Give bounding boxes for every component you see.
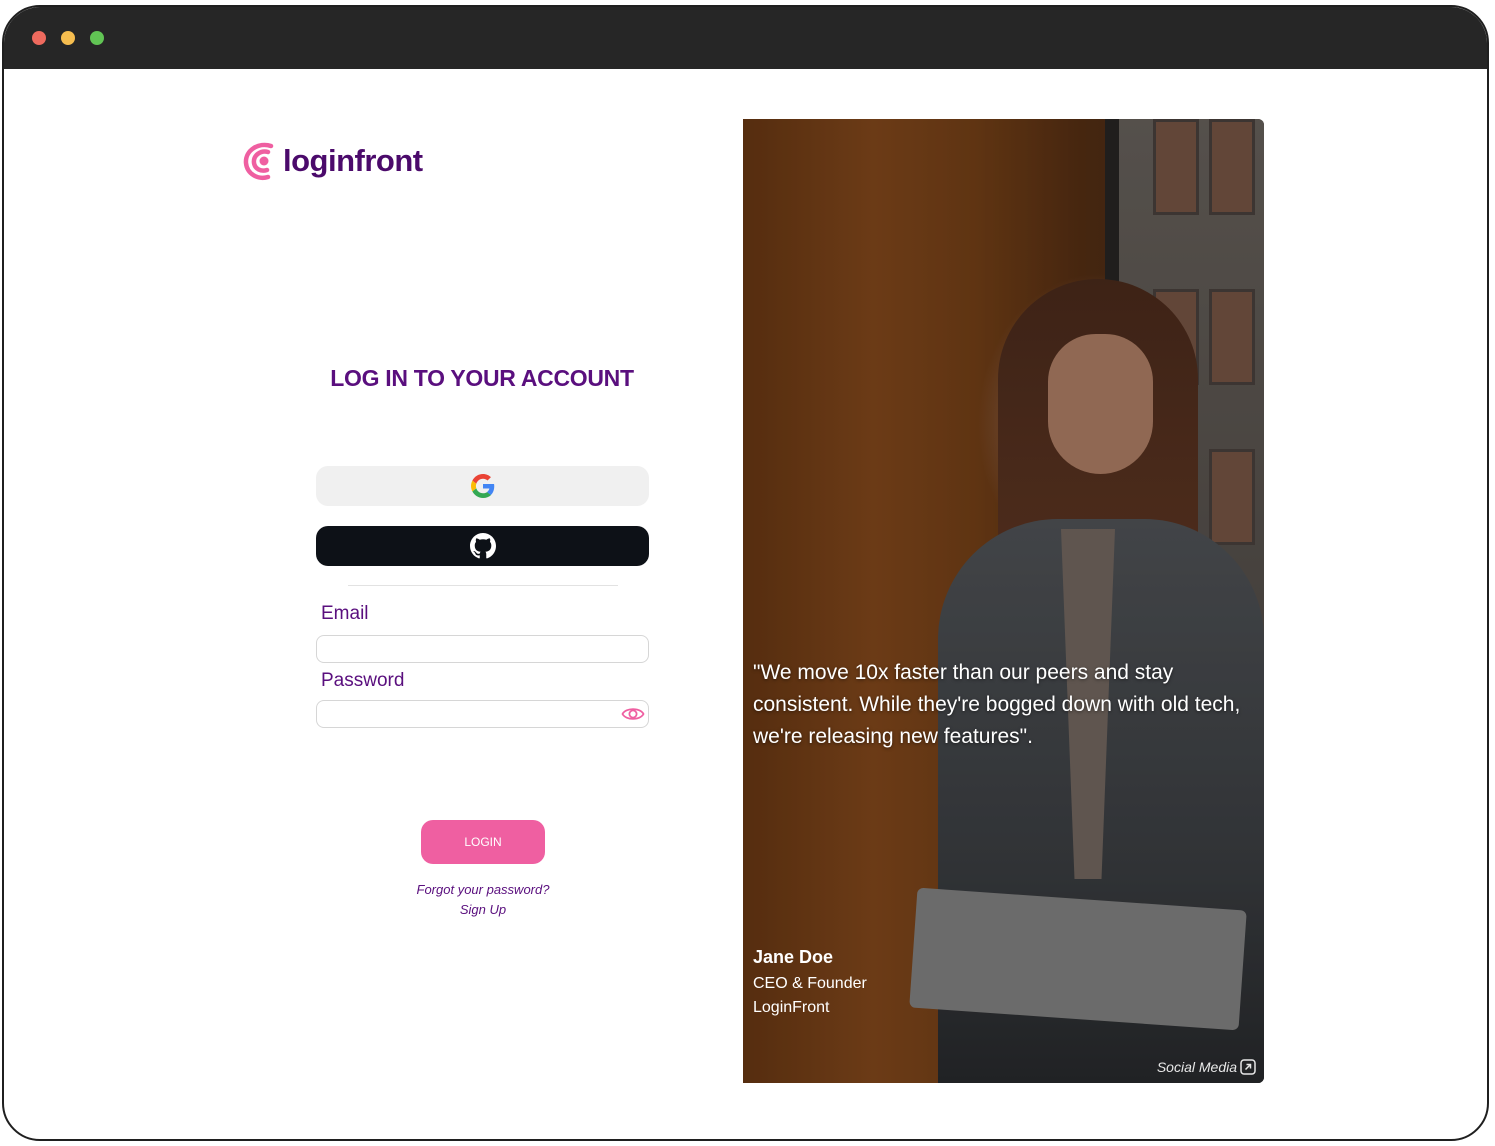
google-login-button[interactable] <box>316 466 649 506</box>
google-icon <box>470 474 494 498</box>
testimonial-photo: "We move 10x faster than our peers and s… <box>743 119 1264 1083</box>
social-media-label: Social Media <box>1156 1059 1237 1075</box>
maximize-window-button[interactable] <box>90 31 104 45</box>
close-window-button[interactable] <box>32 31 46 45</box>
divider <box>348 585 618 586</box>
password-label: Password <box>321 670 405 691</box>
github-icon <box>469 533 496 559</box>
external-link-icon <box>1240 1059 1256 1075</box>
show-password-eye-icon[interactable] <box>621 704 645 724</box>
login-button[interactable]: LOGIN <box>421 820 545 864</box>
testimonial-company: LoginFront <box>753 999 830 1016</box>
minimize-window-button[interactable] <box>61 31 75 45</box>
github-login-button[interactable] <box>316 526 649 566</box>
testimonial-role: CEO & Founder <box>753 975 867 992</box>
sign-up-link[interactable]: Sign Up <box>313 902 653 917</box>
email-label: Email <box>321 603 369 624</box>
forgot-password-link[interactable]: Forgot your password? <box>313 882 653 897</box>
password-input[interactable] <box>316 700 649 728</box>
brand-logo[interactable]: loginfront <box>241 140 423 182</box>
email-input[interactable] <box>316 635 649 663</box>
testimonial-quote: "We move 10x faster than our peers and s… <box>753 661 1241 748</box>
loginfront-logo-icon <box>243 142 274 180</box>
window-titlebar <box>4 7 1487 69</box>
page-title: LOG IN TO YOUR ACCOUNT <box>330 365 634 391</box>
social-media-link[interactable]: Social Media <box>1157 1059 1256 1075</box>
testimonial-name: Jane Doe <box>753 947 834 967</box>
brand-name: loginfront <box>283 143 423 178</box>
